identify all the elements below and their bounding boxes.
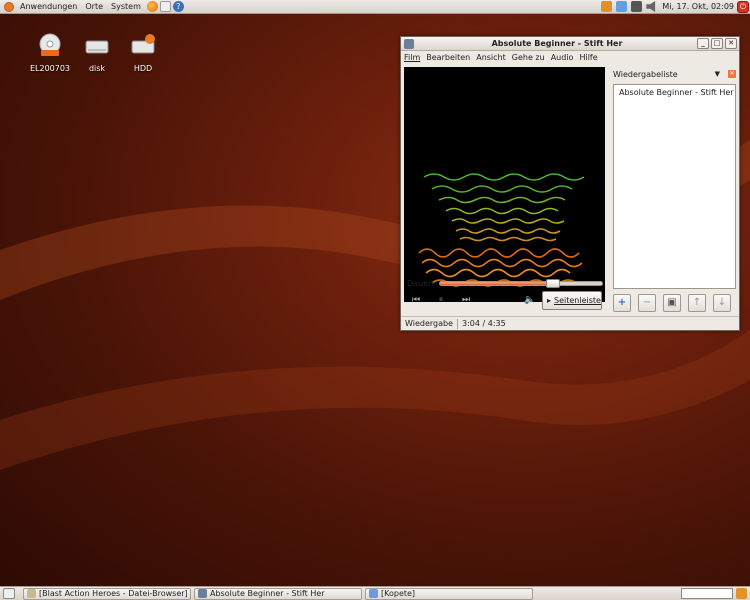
status-state: Wiedergabe — [405, 319, 454, 328]
add-button[interactable]: + — [613, 294, 631, 312]
seek-handle[interactable] — [546, 278, 561, 288]
top-panel: Anwendungen Orte System ? Mi, 17. Okt, 0… — [0, 0, 750, 14]
taskbar-label: [Blast Action Heroes - Datei-Browser] — [39, 589, 188, 598]
seek-fill — [439, 281, 554, 285]
menu-ansicht[interactable]: Ansicht — [476, 53, 506, 62]
previous-icon[interactable]: ⏮ — [409, 295, 423, 305]
pause-icon[interactable]: ⏸ — [434, 295, 448, 305]
seek-row: Dauer: — [407, 277, 603, 289]
updates-icon[interactable] — [601, 1, 613, 12]
sidebar-close-icon[interactable]: ✕ — [728, 70, 736, 78]
visualization — [418, 173, 585, 287]
hard-drive-icon — [85, 40, 109, 54]
usb-drive-icon — [131, 34, 155, 54]
desktop-icon-label: HDD — [133, 64, 153, 73]
mail-icon[interactable] — [159, 1, 171, 12]
minimize-button[interactable]: _ — [697, 38, 709, 49]
seek-slider[interactable] — [438, 278, 603, 288]
show-desktop-icon[interactable] — [3, 588, 15, 599]
close-button[interactable]: ✕ — [725, 38, 737, 49]
power-icon[interactable]: ⏻ — [737, 0, 749, 13]
statusbar: Wiedergabe 3:04 / 4:35 — [401, 316, 739, 330]
status-separator — [457, 318, 459, 329]
dvd-icon — [39, 33, 61, 56]
playlist-item-title: Absolute Beginner - Stift Her — [619, 88, 734, 97]
taskbar-item-player[interactable]: Absolute Beginner - Stift Her — [194, 587, 362, 600]
clock[interactable]: Mi, 17. Okt, 02:09 — [659, 2, 737, 11]
menu-audio[interactable]: Audio — [551, 53, 574, 62]
sidebar-header: Wiedergabeliste ▼ ✕ — [611, 67, 738, 81]
menu-film[interactable]: Film — [404, 53, 420, 62]
menu-places[interactable]: Orte — [81, 2, 107, 11]
kopete-tray-icon[interactable] — [616, 1, 628, 12]
taskbar-label: [Kopete] — [381, 589, 416, 598]
menubar: Film Bearbeiten Ansicht Gehe zu Audio Hi… — [401, 51, 739, 64]
bottom-panel: [Blast Action Heroes - Datei-Browser] Ab… — [0, 586, 750, 600]
chevron-down-icon[interactable]: ▼ — [715, 70, 720, 78]
save-icon[interactable]: ▣ — [663, 294, 681, 312]
sidebar-title[interactable]: Wiedergabeliste — [613, 70, 678, 79]
totem-icon — [198, 589, 207, 598]
move-down-icon[interactable]: ↓ — [713, 294, 731, 312]
menu-hilfe[interactable]: Hilfe — [579, 53, 597, 62]
firefox-icon[interactable] — [146, 1, 158, 12]
trash-icon[interactable] — [736, 588, 747, 599]
desktop-icon-hdd[interactable]: HDD — [115, 33, 171, 73]
menu-applications[interactable]: Anwendungen — [16, 2, 81, 11]
volume-icon[interactable]: 🔈 — [523, 295, 537, 305]
workspace-switcher[interactable] — [681, 588, 733, 599]
window-title: Absolute Beginner - Stift Her — [491, 39, 623, 48]
kopete-icon — [369, 589, 378, 598]
menu-bearbeiten[interactable]: Bearbeiten — [426, 53, 470, 62]
taskbar-item-kopete[interactable]: [Kopete] — [365, 587, 533, 600]
sidebar-toggle-button[interactable]: ▸ Seitenleiste — [542, 291, 602, 310]
maximize-button[interactable]: □ — [711, 38, 723, 49]
status-time: 3:04 / 4:35 — [462, 319, 506, 328]
menu-gehe-zu[interactable]: Gehe zu — [512, 53, 545, 62]
play-arrow-icon: ▸ — [547, 296, 552, 305]
network-icon[interactable] — [631, 1, 643, 12]
menu-system[interactable]: System — [107, 2, 145, 11]
move-up-icon[interactable]: ↑ — [688, 294, 706, 312]
taskbar-label: Absolute Beginner - Stift Her — [210, 589, 325, 598]
totem-icon[interactable] — [404, 38, 414, 49]
sidebar-toggle-label: Seitenleiste — [554, 296, 601, 305]
remove-button[interactable]: − — [638, 294, 656, 312]
window-titlebar[interactable]: Absolute Beginner - Stift Her _ □ ✕ — [401, 37, 739, 51]
taskbar-item-file-browser[interactable]: [Blast Action Heroes - Datei-Browser] — [23, 587, 191, 600]
folder-icon — [27, 589, 36, 598]
help-icon[interactable]: ? — [172, 1, 184, 12]
next-icon[interactable]: ⏭ — [459, 295, 473, 305]
playlist[interactable]: Absolute Beginner - Stift Her — [613, 84, 736, 289]
movie-player-window: Absolute Beginner - Stift Her _ □ ✕ Film… — [400, 36, 740, 331]
list-item[interactable]: Absolute Beginner - Stift Her — [614, 85, 735, 100]
video-area[interactable] — [404, 67, 605, 302]
ubuntu-logo-icon[interactable] — [4, 1, 14, 12]
volume-icon[interactable] — [646, 1, 656, 12]
dauer-label: Dauer: — [407, 278, 434, 288]
